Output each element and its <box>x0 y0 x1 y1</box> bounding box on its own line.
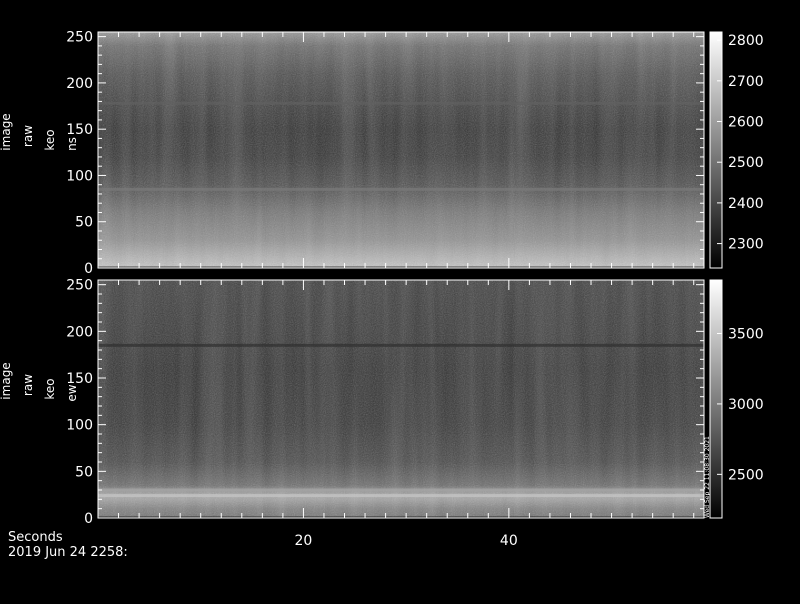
date-label: 2019 Jun 24 2258: <box>8 545 128 560</box>
colorbar-tick-label-1-2800: 2800 <box>728 33 764 49</box>
y-tick-label-2-250: 250 <box>66 278 93 294</box>
y-tick-label-2-200: 200 <box>66 324 93 340</box>
x-tick-label-20: 20 <box>295 533 313 549</box>
colorbar-tick-label-2-3000: 3000 <box>728 397 764 413</box>
y-axis-label-word-1-3: keo <box>43 129 57 150</box>
heatmap-band-2-1 <box>98 494 704 498</box>
y-tick-label-1-50: 50 <box>75 215 93 231</box>
colorbar-tick-label-1-2600: 2600 <box>728 115 764 131</box>
y-axis-label-word-1-2: raw <box>21 125 35 147</box>
x-tick-label-40: 40 <box>500 533 518 549</box>
y-tick-label-1-200: 200 <box>66 76 93 92</box>
y-axis-label-word-1-1: image <box>0 113 13 150</box>
y-axis-label-word-2-4: ew <box>65 384 79 401</box>
colorbar-tick-label-1-2700: 2700 <box>728 74 764 90</box>
heatmap-band-1-1 <box>98 187 704 191</box>
colorbar-tick-label-2-2500: 2500 <box>728 467 764 483</box>
y-tick-label-2-100: 100 <box>66 418 93 434</box>
colorbar-tick-label-2-3500: 3500 <box>728 327 764 343</box>
y-axis-label-word-2-2: raw <box>21 374 35 396</box>
colorbar-1 <box>709 31 723 269</box>
panel-1: 0 50 100 150 200 250 image raw keo ns 2300 2400 2500… <box>0 30 764 277</box>
heatmap-band-2-3 <box>98 343 704 347</box>
y-tick-label-1-250: 250 <box>66 30 93 46</box>
heatmap-band-1-2 <box>98 101 704 105</box>
y-tick-label-2-0: 0 <box>84 511 93 527</box>
y-axis-label-word-2-3: keo <box>43 378 57 399</box>
y-tick-label-1-0: 0 <box>84 261 93 277</box>
y-tick-label-2-50: 50 <box>75 464 93 480</box>
colorbar-tick-label-1-2300: 2300 <box>728 237 764 253</box>
colorbar-tick-label-1-2500: 2500 <box>728 155 764 171</box>
colorbar-2 <box>709 279 723 519</box>
heatmap-noise-1 <box>98 32 704 268</box>
y-axis-label-word-1-4: ns <box>65 137 79 151</box>
heatmap-noise-2 <box>98 280 704 518</box>
panel-2: 05010015020025020 40image raw keo ew25003000… <box>0 278 764 549</box>
y-tick-label-1-100: 100 <box>66 168 93 184</box>
colorbar-tick-label-1-2400: 2400 <box>728 196 764 212</box>
keogram-figure: 050100150200250image raw keo ns230024002500… <box>0 30 764 549</box>
timestamp-label: Wed Sep 22 11:08:30 2021 <box>704 436 711 518</box>
x-axis-label: Seconds <box>8 530 63 545</box>
heatmap-band-2-2 <box>98 488 704 492</box>
y-axis-label-word-2-1: image <box>0 362 13 399</box>
y-tick-label-1-150: 150 <box>66 122 93 138</box>
